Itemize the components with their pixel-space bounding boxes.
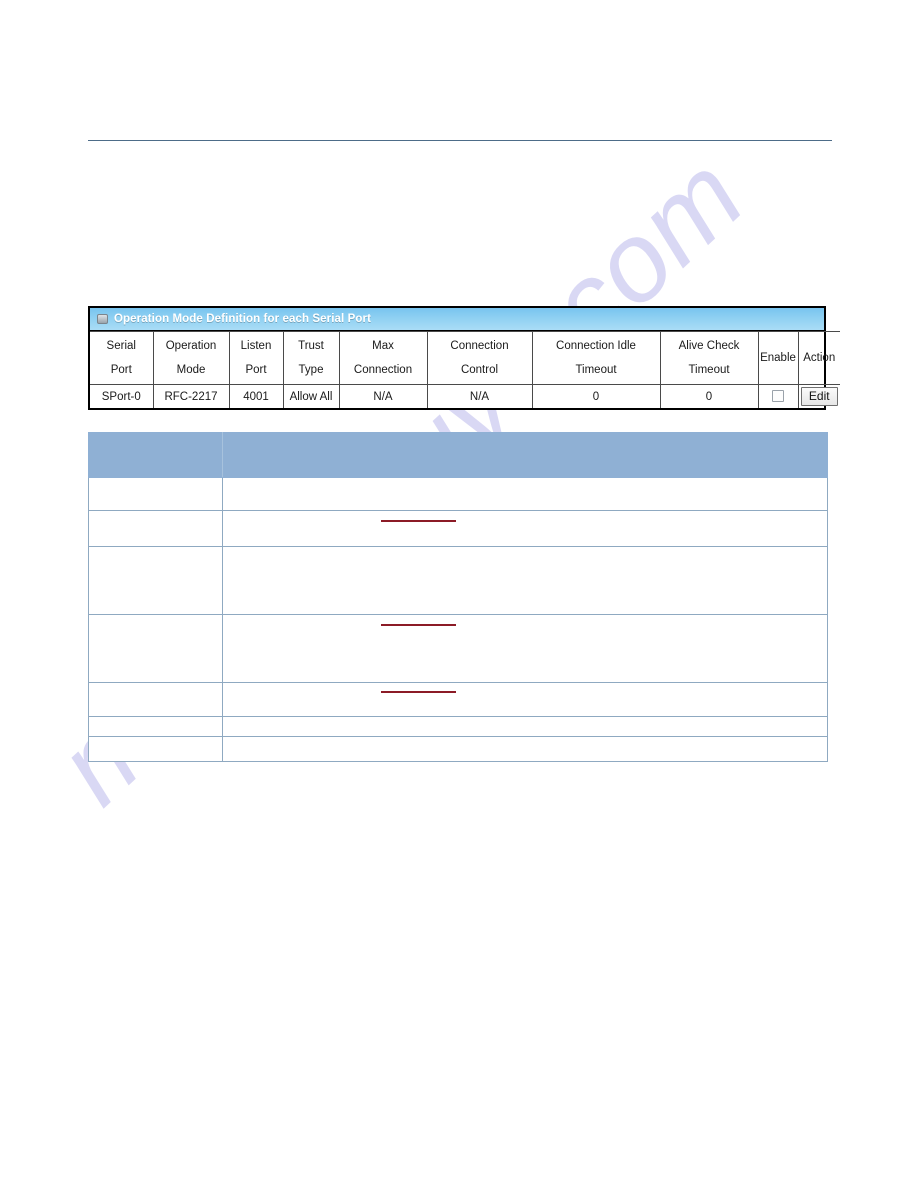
description-row-col2 <box>222 682 828 717</box>
col-alive-check-timeout-line2: Timeout <box>688 364 730 376</box>
col-connection-idle-timeout-line2: Timeout <box>575 364 617 376</box>
col-trust-type-line2: Type <box>298 364 324 376</box>
col-connection-idle-timeout-line1: Connection Idle <box>556 340 636 352</box>
description-row <box>88 716 828 737</box>
cell-listen-port: 4001 <box>228 384 284 408</box>
col-listen-port: Listen Port <box>228 331 284 385</box>
col-serial-port-line1: Serial <box>106 340 136 352</box>
cell-connection-control: N/A <box>426 384 533 408</box>
col-max-connection-line1: Max <box>372 340 394 352</box>
redaction-marker <box>381 624 456 626</box>
header-divider-rule <box>88 140 832 141</box>
enable-checkbox[interactable] <box>772 390 784 403</box>
col-action: Action <box>797 331 840 385</box>
edit-button[interactable]: Edit <box>800 387 838 406</box>
description-row-col2 <box>222 510 828 547</box>
description-row-col2 <box>222 716 828 737</box>
col-operation-mode-line1: Operation <box>165 340 217 352</box>
col-enable: Enable <box>757 331 799 385</box>
col-alive-check-timeout: Alive Check Timeout <box>659 331 759 385</box>
operation-mode-table: Serial Port Operation Mode Listen Port T… <box>90 331 840 408</box>
col-alive-check-timeout-line1: Alive Check <box>678 340 740 352</box>
col-operation-mode: Operation Mode <box>152 331 230 385</box>
description-row-col1 <box>88 546 223 615</box>
panel-title: Operation Mode Definition for each Seria… <box>114 313 371 325</box>
col-connection-control-line1: Connection <box>450 340 509 352</box>
description-row-col2 <box>222 477 828 511</box>
description-row-col2 <box>222 614 828 683</box>
description-row-col2 <box>222 736 828 762</box>
col-serial-port: Serial Port <box>90 331 154 385</box>
col-connection-control-line2: Control <box>460 364 499 376</box>
cell-operation-mode: RFC-2217 <box>152 384 230 408</box>
cell-max-connection: N/A <box>338 384 428 408</box>
description-row <box>88 546 828 615</box>
col-connection-idle-timeout: Connection Idle Timeout <box>531 331 661 385</box>
col-max-connection: Max Connection <box>338 331 428 385</box>
description-row <box>88 682 828 717</box>
description-table-header-row <box>88 432 828 478</box>
page-canvas: Operation Mode Definition for each Seria… <box>0 0 918 1188</box>
monitor-icon <box>97 314 108 324</box>
col-serial-port-line2: Port <box>110 364 132 376</box>
description-header-col1 <box>88 432 223 478</box>
description-row-col1 <box>88 477 223 511</box>
col-max-connection-line2: Connection <box>353 364 413 376</box>
cell-action: Edit <box>797 384 840 408</box>
description-row-col1 <box>88 614 223 683</box>
description-row-col1 <box>88 682 223 717</box>
description-header-col2 <box>222 432 828 478</box>
cell-alive-check-timeout: 0 <box>659 384 759 408</box>
table-header-row: Serial Port Operation Mode Listen Port T… <box>90 331 840 385</box>
description-row-col1 <box>88 716 223 737</box>
table-row: SPort-0 RFC-2217 4001 Allow All N/A N/A … <box>90 384 840 408</box>
redaction-marker <box>381 691 456 693</box>
cell-serial-port: SPort-0 <box>90 384 154 408</box>
description-table <box>88 432 828 762</box>
col-operation-mode-line2: Mode <box>176 364 206 376</box>
col-listen-port-line1: Listen <box>240 340 272 352</box>
description-row <box>88 614 828 683</box>
description-row-col1 <box>88 510 223 547</box>
description-row-col1 <box>88 736 223 762</box>
cell-trust-type: Allow All <box>282 384 340 408</box>
cell-connection-idle-timeout: 0 <box>531 384 661 408</box>
col-trust-type-line1: Trust <box>298 340 324 352</box>
description-row <box>88 736 828 762</box>
col-listen-port-line2: Port <box>245 364 267 376</box>
col-connection-control: Connection Control <box>426 331 533 385</box>
description-row <box>88 477 828 511</box>
col-action-label: Action <box>803 352 836 364</box>
cell-enable <box>757 384 799 408</box>
col-trust-type: Trust Type <box>282 331 340 385</box>
operation-mode-panel: Operation Mode Definition for each Seria… <box>88 306 840 410</box>
redaction-marker <box>381 520 456 522</box>
panel-titlebar: Operation Mode Definition for each Seria… <box>90 308 824 331</box>
col-enable-label: Enable <box>760 352 796 364</box>
description-row <box>88 510 828 547</box>
description-row-col2 <box>222 546 828 615</box>
